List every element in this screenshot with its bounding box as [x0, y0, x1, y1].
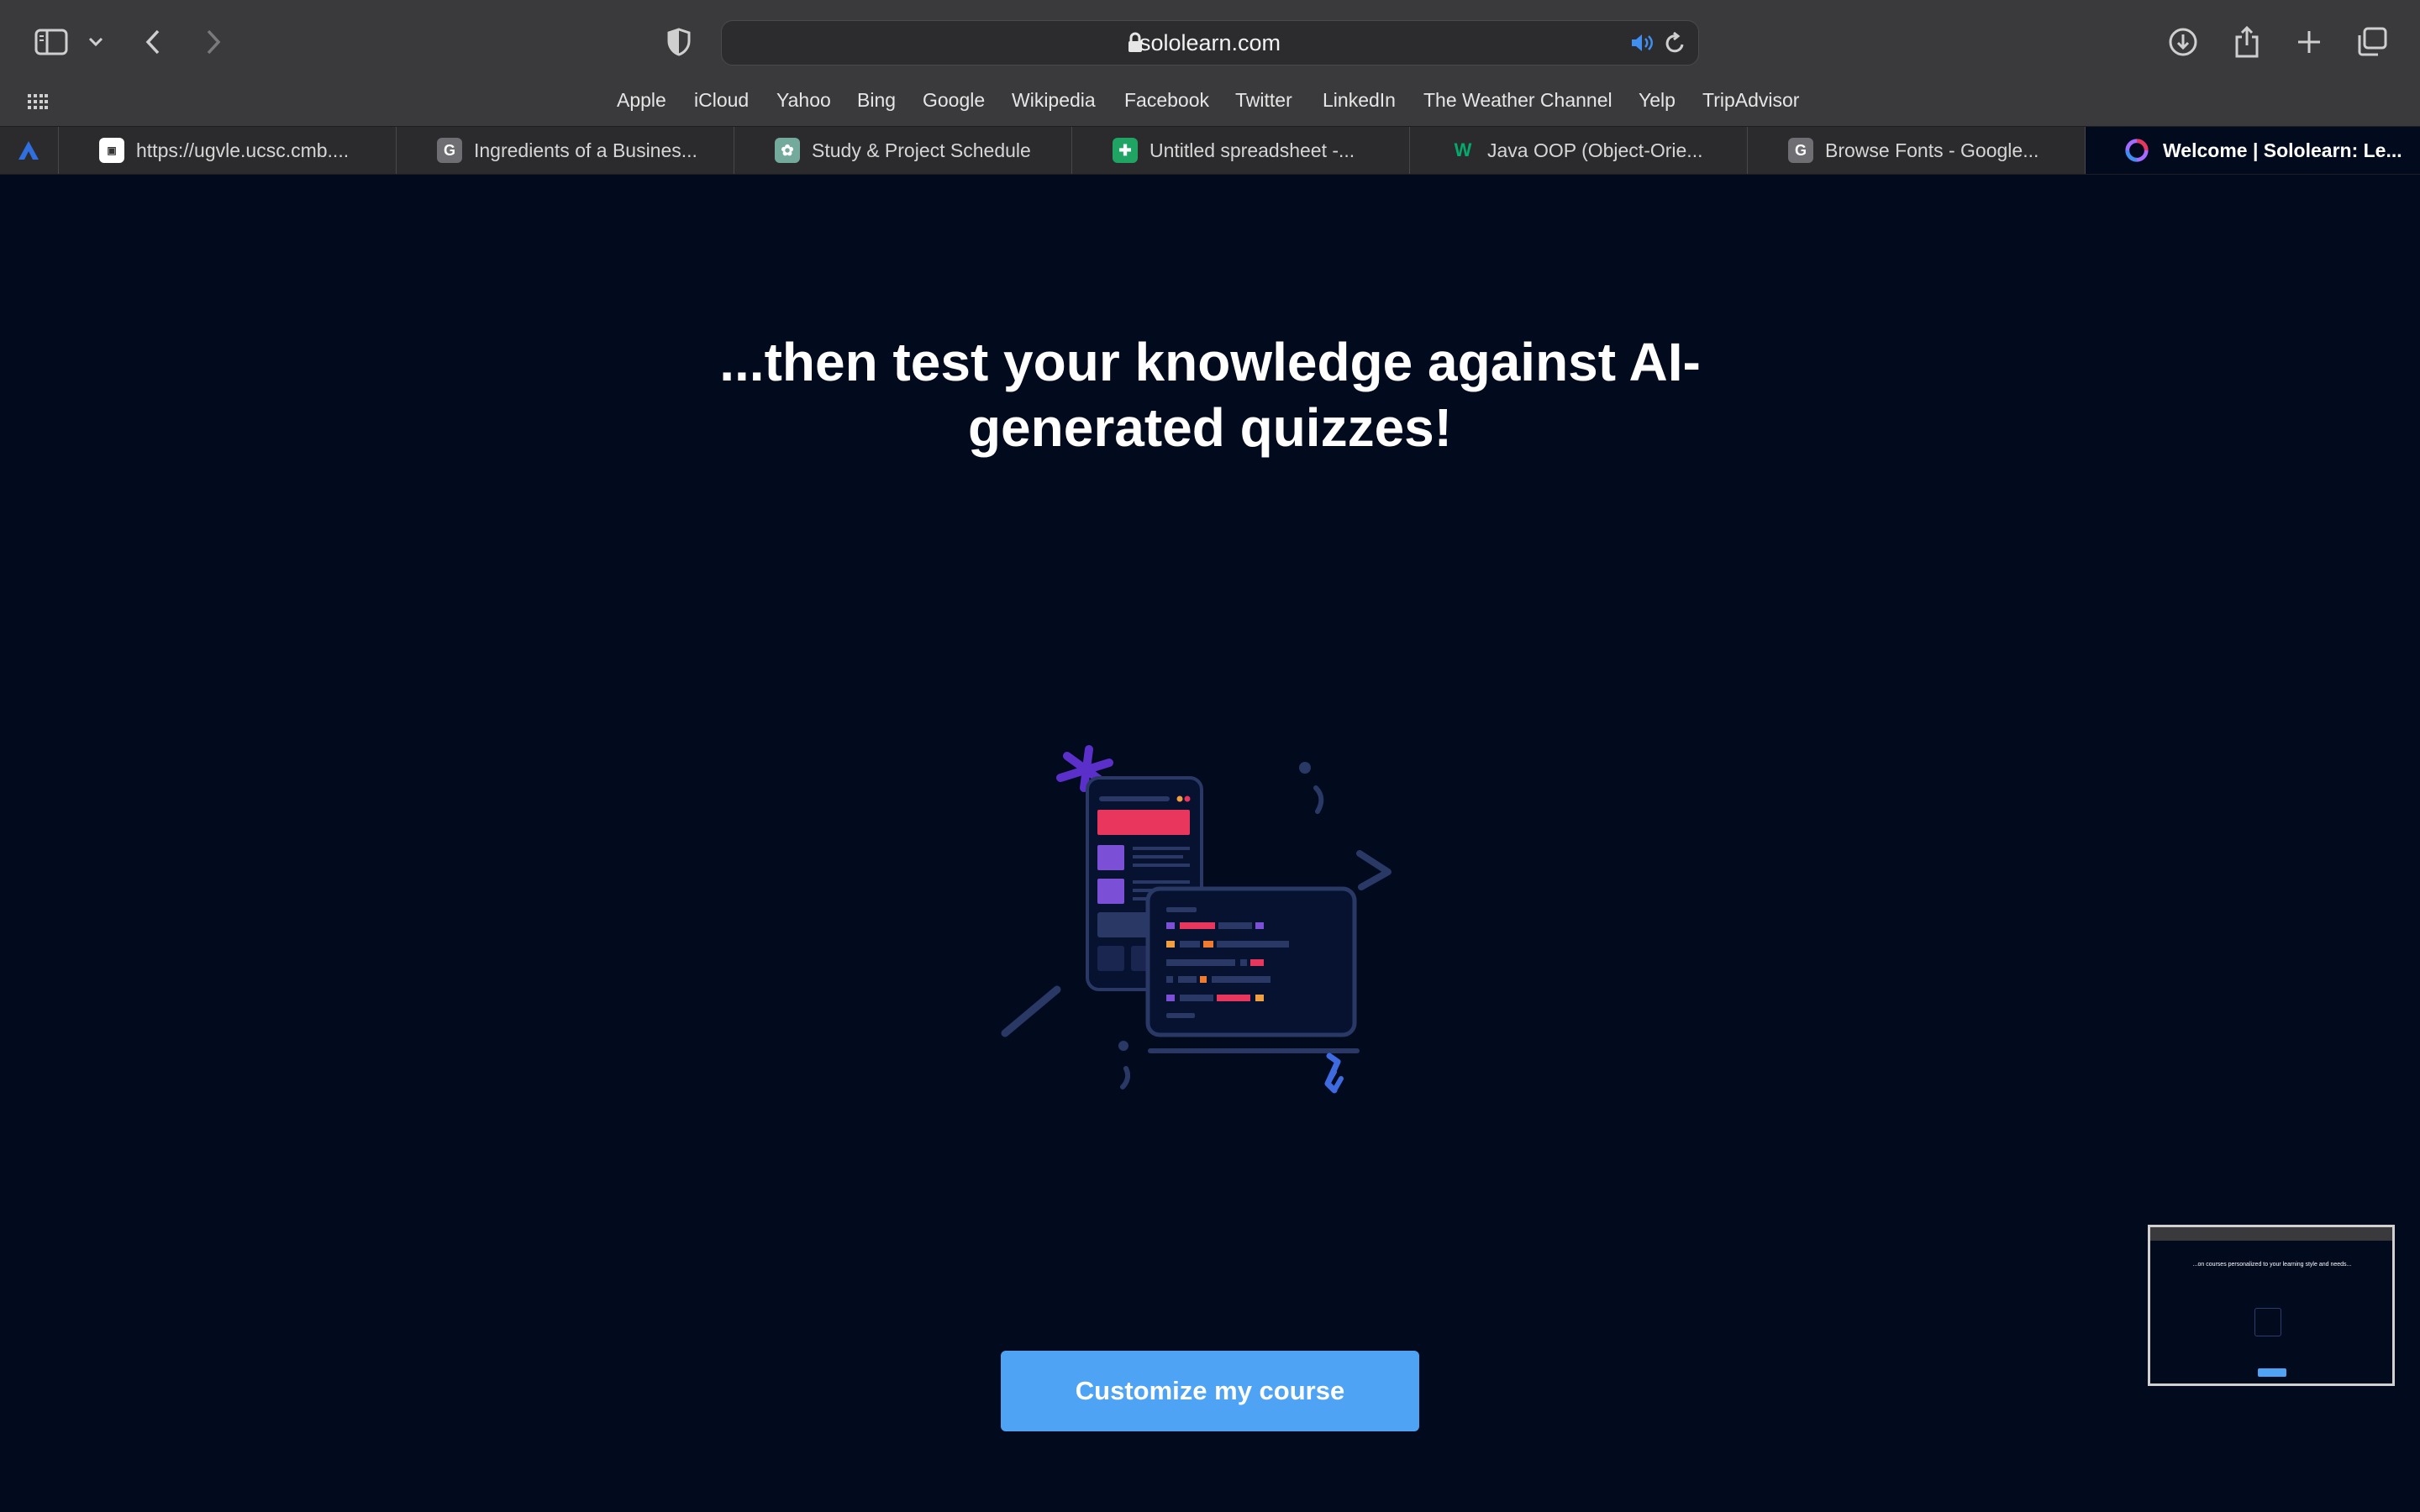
favorite-yelp[interactable]: Yelp	[1639, 86, 1676, 126]
pinned-site-icon	[17, 139, 40, 167]
w3-icon: W	[1454, 139, 1472, 160]
favorite-google[interactable]: Google	[923, 86, 985, 126]
g-letter-icon: G	[437, 138, 462, 163]
share-icon[interactable]	[2230, 24, 2264, 60]
favorites-bar: Apple iCloud Yahoo Bing Google Wikipedia…	[0, 86, 2420, 126]
favorite-linkedin[interactable]: LinkedIn	[1323, 86, 1396, 126]
tab-pinned[interactable]	[0, 127, 59, 174]
favorite-yahoo[interactable]: Yahoo	[776, 86, 831, 126]
tab-label: Welcome | Sololearn: Le...	[2163, 139, 2402, 161]
tab-label: Java OOP (Object-Orie...	[1487, 139, 1703, 161]
tab-label: Untitled spreadsheet -...	[1150, 139, 1355, 161]
tab-label: Browse Fonts - Google...	[1825, 139, 2039, 161]
sololearn-icon	[2124, 138, 2149, 163]
tab-ingredients-business[interactable]: G Ingredients of a Busines...	[397, 127, 734, 174]
tab-bar: ▣ https://ugvle.ucsc.cmb.... G Ingredien…	[0, 126, 2420, 175]
speaker-icon[interactable]	[1629, 32, 1655, 58]
favorite-twitter[interactable]: Twitter	[1235, 86, 1292, 126]
chatgpt-icon: ✿	[775, 138, 800, 163]
url-text: sololearn.com	[1139, 30, 1281, 55]
preview-thumbnail[interactable]: ...on courses personalized to your learn…	[2148, 1225, 2395, 1386]
tab-spreadsheet[interactable]: ✚ Untitled spreadsheet -...	[1072, 127, 1410, 174]
tab-browse-fonts[interactable]: G Browse Fonts - Google...	[1748, 127, 2086, 174]
favorite-facebook[interactable]: Facebook	[1124, 86, 1209, 126]
thumbnail-button	[2258, 1368, 2286, 1377]
thumbnail-illustration	[2254, 1308, 2281, 1336]
tab-ugvle[interactable]: ▣ https://ugvle.ucsc.cmb....	[59, 127, 397, 174]
tab-label: https://ugvle.ucsc.cmb....	[136, 139, 350, 161]
favorite-icloud[interactable]: iCloud	[694, 86, 749, 126]
favorite-bing[interactable]: Bing	[857, 86, 896, 126]
grid-icon[interactable]	[25, 91, 50, 113]
new-tab-icon[interactable]	[2292, 25, 2326, 59]
tab-sololearn[interactable]: Welcome | Sololearn: Le...	[2086, 127, 2420, 174]
thumbnail-toolbar	[2150, 1227, 2392, 1241]
tab-java-oop[interactable]: W Java OOP (Object-Orie...	[1410, 127, 1748, 174]
g-letter-icon: G	[1788, 138, 1813, 163]
customize-course-button[interactable]: Customize my course	[1001, 1351, 1419, 1431]
address-bar[interactable]: sololearn.com	[721, 20, 1699, 66]
tab-study-schedule[interactable]: ✿ Study & Project Schedule	[734, 127, 1072, 174]
sheets-icon: ✚	[1113, 138, 1138, 163]
tab-label: Study & Project Schedule	[812, 139, 1031, 161]
downloads-icon[interactable]	[2166, 25, 2200, 59]
thumbnail-text: ...on courses personalized to your learn…	[2192, 1262, 2352, 1268]
favorite-apple[interactable]: Apple	[617, 86, 666, 126]
sidebar-toggle-icon[interactable]	[32, 25, 71, 59]
browser-toolbar: sololearn.com	[0, 0, 2420, 86]
favorite-weather-channel[interactable]: The Weather Channel	[1423, 86, 1612, 126]
back-icon[interactable]	[138, 25, 168, 59]
forward-icon[interactable]	[198, 25, 229, 59]
favorite-wikipedia[interactable]: Wikipedia	[1012, 86, 1096, 126]
tab-label: Ingredients of a Busines...	[474, 139, 697, 161]
page-headline: ...then test your knowledge against AI-g…	[719, 332, 1701, 458]
privacy-shield-icon[interactable]	[664, 25, 694, 59]
reload-icon[interactable]	[1665, 31, 1686, 59]
tab-overview-icon[interactable]	[2354, 25, 2390, 59]
favorite-tripadvisor[interactable]: TripAdvisor	[1702, 86, 1799, 126]
quiz-illustration	[992, 739, 1412, 1130]
site-logo-icon: ▣	[99, 138, 124, 163]
chevron-down-icon[interactable]	[84, 30, 108, 54]
